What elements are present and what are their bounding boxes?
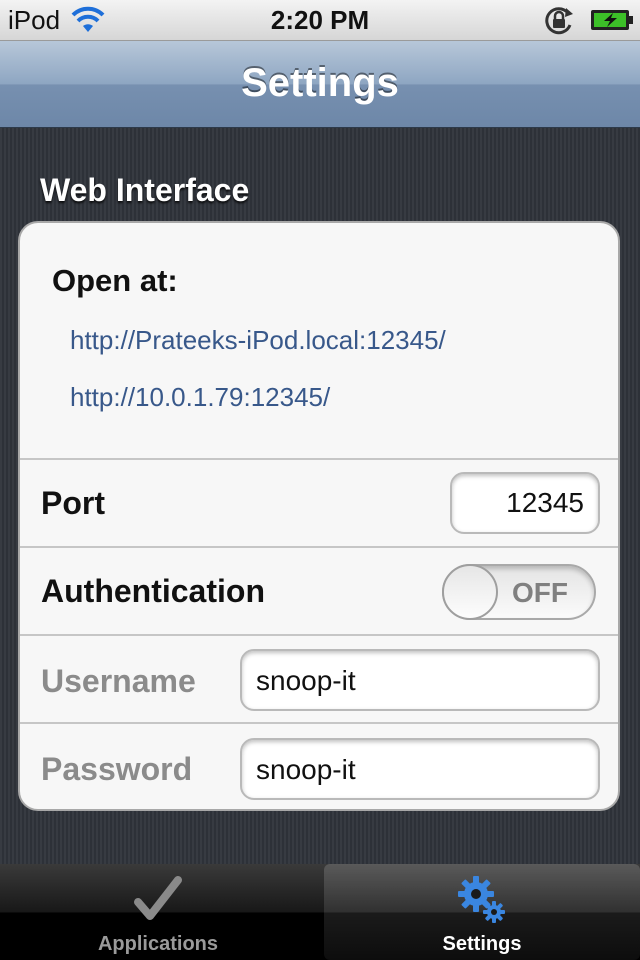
- checkmark-icon: [134, 876, 182, 920]
- authentication-label: Authentication: [41, 573, 265, 609]
- section-header-web-interface: Web Interface: [40, 172, 250, 208]
- tab-bar: Applications Settings: [0, 864, 640, 960]
- username-field[interactable]: snoop-it: [240, 649, 600, 711]
- rotation-lock-icon: [545, 7, 573, 35]
- tab-applications[interactable]: Applications: [0, 864, 316, 960]
- url-link-ip[interactable]: http://10.0.1.79:12345/: [70, 382, 330, 413]
- tab-applications-label: Applications: [97, 933, 218, 955]
- status-bar: iPod 2:20 PM: [0, 0, 640, 41]
- username-label: Username: [41, 663, 196, 699]
- gears-icon: [458, 876, 505, 923]
- password-field[interactable]: snoop-it: [240, 738, 600, 800]
- open-at-label: Open at:: [52, 263, 178, 298]
- open-at-row: Open at: http://Prateeks-iPod.local:1234…: [20, 223, 618, 458]
- tab-settings[interactable]: Settings: [324, 864, 640, 960]
- settings-group: Open at: http://Prateeks-iPod.local:1234…: [18, 221, 620, 811]
- port-row: Port 12345: [20, 458, 618, 546]
- battery-charging-icon: [591, 10, 633, 30]
- port-field[interactable]: 12345: [450, 472, 600, 534]
- page-title: Settings: [241, 61, 399, 105]
- toggle-state-label: OFF: [512, 577, 568, 608]
- authentication-row: Authentication OFF: [20, 546, 618, 634]
- url-link-hostname[interactable]: http://Prateeks-iPod.local:12345/: [70, 325, 446, 356]
- authentication-toggle[interactable]: OFF: [442, 564, 596, 620]
- port-label: Port: [41, 485, 105, 521]
- username-row: Username snoop-it: [20, 634, 618, 722]
- navigation-bar: Settings: [0, 41, 640, 128]
- password-row: Password snoop-it: [20, 722, 618, 809]
- password-label: Password: [41, 751, 193, 787]
- toggle-knob: [442, 564, 498, 620]
- tab-settings-label: Settings: [442, 933, 522, 955]
